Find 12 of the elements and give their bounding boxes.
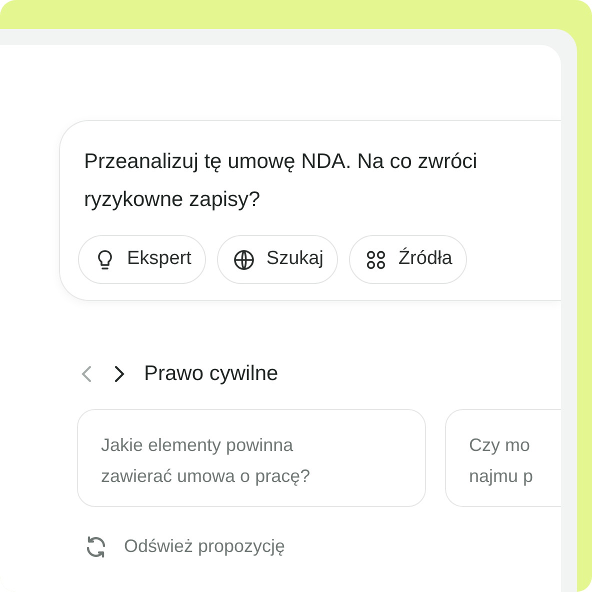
chevron-right-icon[interactable]	[112, 364, 126, 384]
prompt-text: Przeanalizuj tę umowę NDA. Na co zwróci ryzykowne zapisy?	[84, 149, 478, 213]
suggestion-card[interactable]: Czy mo najmu p	[445, 409, 561, 507]
category-title: Prawo cywilne	[144, 361, 278, 388]
chip-button[interactable]: Szukaj	[217, 235, 338, 284]
refresh-button[interactable]: Odśwież propozycję	[84, 533, 286, 560]
suggestion-card[interactable]: Jakie elementy powinna zawierać umowa o pracę?	[77, 409, 426, 507]
chip-button[interactable]: Ekspert	[78, 235, 206, 284]
prompt-box[interactable]: Przeanalizuj tę umowę NDA. Na co zwróci ryzykowne zapisy? Ekspert Szukaj Źródła	[59, 120, 561, 301]
globe-icon	[232, 248, 256, 272]
refresh-icon	[84, 534, 108, 558]
chip-button[interactable]: Źródła	[349, 235, 468, 284]
